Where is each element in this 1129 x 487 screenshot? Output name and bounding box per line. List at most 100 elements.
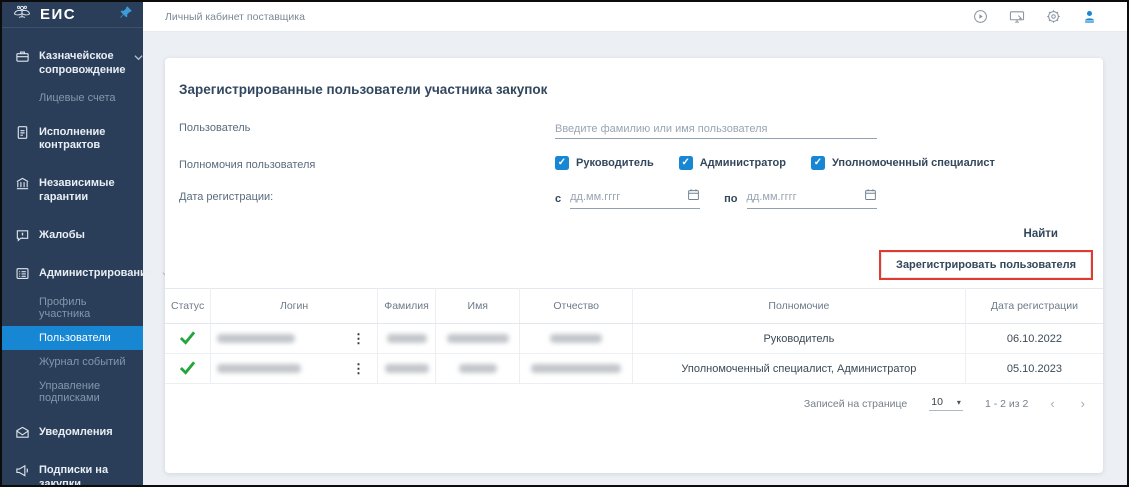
sidebar-item-participant-profile[interactable]: Профиль участника bbox=[2, 290, 143, 326]
filter-row-authority: Полномочия пользователя ✓ Руководитель ✓… bbox=[165, 156, 1103, 171]
briefcase-icon bbox=[14, 49, 30, 64]
brand-title: ЕИС bbox=[40, 6, 77, 23]
date-from-placeholder: дд.мм.гггг bbox=[570, 191, 621, 203]
checkbox-checked-icon: ✓ bbox=[678, 156, 693, 170]
column-header-login: Логин bbox=[210, 288, 378, 324]
redacted-login bbox=[217, 364, 302, 373]
video-help-icon[interactable] bbox=[973, 9, 988, 24]
checkbox-label: Руководитель bbox=[576, 157, 654, 169]
sidebar-item-label: Жалобы bbox=[39, 228, 85, 241]
calendar-icon[interactable] bbox=[864, 188, 877, 206]
page-range: 1 - 2 из 2 bbox=[984, 397, 1029, 410]
pagination: Записей на странице 10 ▾ 1 - 2 из 2 ‹ › bbox=[165, 384, 1103, 411]
table-row: ⋮ Уполномоченный специалист, Администрат… bbox=[165, 353, 1103, 384]
kebab-menu-icon[interactable]: ⋮ bbox=[346, 332, 371, 345]
admin-list-icon bbox=[14, 266, 30, 281]
user-profile-icon[interactable] bbox=[1082, 9, 1097, 24]
redacted-login bbox=[217, 334, 296, 343]
redacted-patronymic bbox=[550, 334, 603, 344]
eagle-emblem-icon bbox=[12, 2, 32, 27]
register-user-button[interactable]: Зарегистрировать пользователя bbox=[881, 252, 1091, 278]
settings-gear-icon[interactable] bbox=[1046, 9, 1061, 24]
topbar-title: Личный кабинет поставщика bbox=[165, 10, 305, 23]
page-size-label: Записей на странице bbox=[803, 397, 908, 410]
column-header-registration-date: Дата регистрации bbox=[965, 288, 1103, 324]
date-to-field[interactable]: дд.мм.гггг bbox=[746, 188, 877, 209]
user-search-input[interactable] bbox=[555, 121, 877, 139]
sidebar-item-contract-execution[interactable]: Исполнение контрактов bbox=[2, 118, 143, 162]
sidebar-item-administration[interactable]: Администрирование bbox=[2, 259, 171, 291]
app-window: ЕИС Казначейское сопровождение Лицевые с… bbox=[0, 0, 1129, 487]
prev-page-icon[interactable]: ‹ bbox=[1050, 396, 1054, 411]
column-header-surname: Фамилия bbox=[377, 288, 437, 324]
name-cell bbox=[435, 353, 521, 384]
checkbox-manager[interactable]: ✓ Руководитель bbox=[555, 156, 654, 170]
sidebar-item-label: Казначейское сопровождение bbox=[39, 50, 126, 76]
surname-cell bbox=[377, 353, 437, 384]
sidebar-item-users[interactable]: Пользователи bbox=[2, 326, 143, 351]
sidebar-item-label: Администрирование bbox=[39, 266, 153, 279]
pin-icon[interactable] bbox=[119, 5, 133, 24]
content-area: Зарегистрированные пользователи участник… bbox=[143, 32, 1127, 485]
sidebar-item-event-log[interactable]: Журнал событий bbox=[2, 350, 143, 374]
column-header-patronymic: Отчество bbox=[519, 288, 633, 324]
chevron-down-icon bbox=[134, 52, 143, 66]
registration-date-cell: 05.10.2023 bbox=[965, 353, 1103, 384]
document-icon bbox=[14, 125, 30, 140]
status-active-check-icon bbox=[179, 360, 196, 378]
sidebar: ЕИС Казначейское сопровождение Лицевые с… bbox=[2, 2, 171, 487]
sidebar-item-independent-guarantees[interactable]: Независимые гарантии bbox=[2, 169, 143, 213]
redacted-name bbox=[458, 364, 497, 374]
authority-cell: Руководитель bbox=[632, 323, 966, 354]
sidebar-item-treasury-support[interactable]: Казначейское сопровождение bbox=[2, 42, 143, 86]
calendar-icon[interactable] bbox=[687, 188, 700, 206]
page-title: Зарегистрированные пользователи участник… bbox=[179, 82, 548, 97]
sidebar-item-procurement-subscriptions[interactable]: Подписки на закупки bbox=[2, 456, 143, 487]
page-size-select[interactable]: 10 ▾ bbox=[929, 396, 963, 411]
login-cell: ⋮ bbox=[210, 353, 378, 384]
checkbox-label: Уполномоченный специалист bbox=[832, 157, 995, 169]
main-area: Личный кабинет поставщика Зарегистрирова… bbox=[143, 2, 1127, 485]
redacted-patronymic bbox=[531, 364, 622, 374]
checkbox-checked-icon: ✓ bbox=[811, 156, 825, 170]
search-button[interactable]: Найти bbox=[1024, 228, 1058, 240]
patronymic-cell bbox=[519, 353, 633, 384]
redacted-surname bbox=[384, 364, 429, 374]
kebab-menu-icon[interactable]: ⋮ bbox=[346, 362, 371, 375]
dropdown-caret-icon: ▾ bbox=[956, 397, 961, 407]
patronymic-cell bbox=[519, 323, 633, 354]
sidebar-item-subscription-management[interactable]: Управление подписками bbox=[2, 374, 143, 410]
user-filter-label: Пользователь bbox=[179, 122, 251, 134]
surname-cell bbox=[377, 323, 437, 354]
megaphone-icon bbox=[14, 463, 30, 478]
status-cell bbox=[165, 353, 212, 384]
date-from-field[interactable]: дд.мм.гггг bbox=[570, 188, 701, 209]
checkbox-administrator[interactable]: ✓ Администратор bbox=[678, 156, 786, 170]
monitor-icon[interactable] bbox=[1009, 9, 1025, 24]
sidebar-item-label: Исполнение контрактов bbox=[39, 125, 106, 152]
users-table: Статус Логин Фамилия Имя Отчество Полном… bbox=[165, 288, 1103, 384]
sidebar-item-notifications[interactable]: Уведомления bbox=[2, 418, 143, 448]
filter-row-date: Дата регистрации: с дд.мм.гггг по дд.мм.… bbox=[165, 188, 1103, 209]
name-cell bbox=[435, 323, 521, 354]
authority-filter-label: Полномочия пользователя bbox=[179, 159, 316, 171]
table-header-row: Статус Логин Фамилия Имя Отчество Полном… bbox=[165, 288, 1103, 324]
redacted-surname bbox=[386, 334, 427, 344]
sidebar-item-label: Подписки на закупки bbox=[39, 464, 109, 487]
filter-row-user: Пользователь bbox=[165, 119, 1103, 139]
red-highlight-annotation: Зарегистрировать пользователя bbox=[879, 250, 1093, 280]
complaint-icon bbox=[14, 228, 30, 243]
date-to-placeholder: дд.мм.гггг bbox=[746, 191, 797, 203]
checkbox-label: Администратор bbox=[699, 157, 786, 169]
page-size-value: 10 bbox=[931, 396, 943, 408]
sidebar-item-complaints[interactable]: Жалобы bbox=[2, 221, 143, 251]
next-page-icon[interactable]: › bbox=[1081, 396, 1085, 411]
status-cell bbox=[165, 323, 212, 354]
registered-users-card: Зарегистрированные пользователи участник… bbox=[165, 58, 1103, 473]
date-from-label: с bbox=[555, 192, 562, 205]
brand-header: ЕИС bbox=[2, 2, 143, 28]
checkbox-checked-icon: ✓ bbox=[555, 156, 569, 170]
checkbox-authorized-specialist[interactable]: ✓ Уполномоченный специалист bbox=[811, 156, 995, 170]
redacted-name bbox=[446, 334, 509, 344]
sidebar-item-personal-accounts[interactable]: Лицевые счета bbox=[2, 86, 143, 110]
